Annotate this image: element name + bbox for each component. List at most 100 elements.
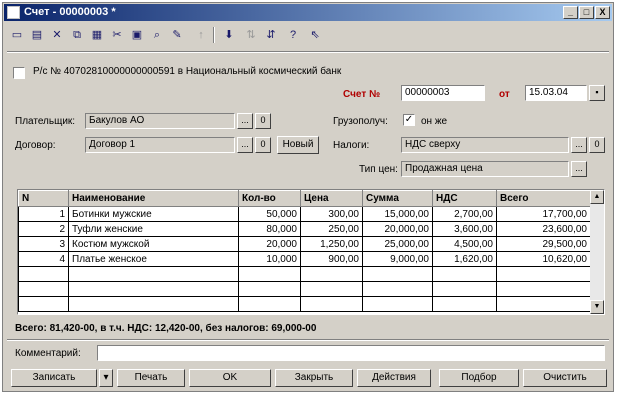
cell-vat[interactable]: 3,600,00 (432, 221, 497, 237)
cell-sum[interactable]: 20,000,00 (362, 221, 433, 237)
price-type-field[interactable]: Продажная цена (401, 161, 569, 177)
cell-total[interactable]: 29,500,00 (496, 236, 591, 252)
table-row-empty[interactable] (18, 296, 591, 312)
cell-price[interactable]: 250,00 (300, 221, 363, 237)
items-table[interactable]: N Наименование Кол-во Цена Сумма НДС Все… (17, 189, 605, 315)
taxes-field[interactable]: НДС сверху (401, 137, 569, 153)
cell-n[interactable]: 4 (18, 251, 69, 267)
save-dropdown-button[interactable]: ▾ (99, 369, 113, 387)
paste-icon[interactable]: ▣ (129, 27, 145, 43)
payer-select-button[interactable]: ... (237, 113, 253, 129)
contract-label: Договор: (15, 140, 56, 151)
cell-quantity[interactable]: 10,000 (238, 251, 301, 267)
cell-price[interactable]: 1,250,00 (300, 236, 363, 252)
cell-quantity[interactable]: 50,000 (238, 206, 301, 222)
select-button[interactable]: Подбор (439, 369, 519, 387)
invoice-window: Счет - 00000003 * _ □ X ▭ ▤ ✕ ⧉ ▦ ✂ ▣ ⌕ … (2, 2, 614, 392)
calendar-button[interactable]: ▪ (589, 85, 605, 101)
up-icon[interactable]: ↑ (193, 27, 209, 43)
cell-n[interactable]: 1 (18, 206, 69, 222)
ok-button[interactable]: OK (189, 369, 271, 387)
new-contract-button[interactable]: Новый (277, 136, 319, 154)
scroll-up-icon[interactable]: ▲ (590, 190, 604, 204)
clear-button[interactable]: Очистить (523, 369, 607, 387)
cell-vat[interactable]: 4,500,00 (432, 236, 497, 252)
new-doc-icon[interactable]: ▭ (9, 27, 25, 43)
taxes-code-button[interactable]: 0 (589, 137, 605, 153)
cell-total[interactable]: 10,620,00 (496, 251, 591, 267)
comment-label: Комментарий: (15, 348, 81, 359)
cell-total[interactable]: 23,600,00 (496, 221, 591, 237)
table-row[interactable]: 4 Платье женское 10,000 900,00 9,000,00 … (18, 251, 591, 267)
cell-name[interactable]: Ботинки мужские (68, 206, 239, 222)
column-header-price[interactable]: Цена (300, 190, 363, 207)
edit-icon[interactable]: ✎ (169, 27, 185, 43)
column-header-name[interactable]: Наименование (68, 190, 239, 207)
cell-sum[interactable]: 9,000,00 (362, 251, 433, 267)
help-icon[interactable]: ? (285, 27, 301, 43)
cell-quantity[interactable]: 80,000 (238, 221, 301, 237)
cell-n[interactable]: 2 (18, 221, 69, 237)
toolbar-separator (213, 27, 215, 43)
column-header-quantity[interactable]: Кол-во (238, 190, 301, 207)
invoice-number-label: Счет № (343, 89, 381, 100)
table-row[interactable]: 3 Костюм мужской 20,000 1,250,00 25,000,… (18, 236, 591, 252)
cell-total[interactable]: 17,700,00 (496, 206, 591, 222)
delete-icon[interactable]: ✕ (49, 27, 65, 43)
column-header-vat[interactable]: НДС (432, 190, 497, 207)
close-button[interactable]: Закрыть (275, 369, 353, 387)
price-type-select-button[interactable]: ... (571, 161, 587, 177)
scroll-down-icon[interactable]: ▼ (590, 300, 604, 314)
column-header-total[interactable]: Всего (496, 190, 591, 207)
minimize-button[interactable]: _ (563, 6, 578, 19)
print-icon[interactable]: ▦ (89, 27, 105, 43)
filter-icon[interactable]: ⇵ (263, 27, 279, 43)
toolbar: ▭ ▤ ✕ ⧉ ▦ ✂ ▣ ⌕ ✎ ↑ ⬇ ⇅ ⇵ ? ⇖ (9, 25, 609, 47)
cell-price[interactable]: 300,00 (300, 206, 363, 222)
invoice-date-field[interactable]: 15.03.04 (525, 85, 587, 101)
cell-name[interactable]: Платье женское (68, 251, 239, 267)
payer-field[interactable]: Бакулов АО (85, 113, 235, 129)
table-row[interactable]: 1 Ботинки мужские 50,000 300,00 15,000,0… (18, 206, 591, 222)
separator (7, 339, 609, 341)
table-row-empty[interactable] (18, 266, 591, 282)
contract-code-button[interactable]: 0 (255, 137, 271, 153)
actions-button[interactable]: Действия (357, 369, 431, 387)
consignee-label: Грузополуч: (333, 116, 388, 127)
maximize-button[interactable]: □ (579, 6, 594, 19)
cell-n[interactable]: 3 (18, 236, 69, 252)
print-button[interactable]: Печать (117, 369, 185, 387)
contract-select-button[interactable]: ... (237, 137, 253, 153)
copy-icon[interactable]: ⧉ (69, 27, 85, 43)
pointer-help-icon[interactable]: ⇖ (307, 27, 323, 43)
consignee-checkbox[interactable]: ✓ (403, 114, 415, 126)
payer-code-button[interactable]: 0 (255, 113, 271, 129)
column-header-sum[interactable]: Сумма (362, 190, 433, 207)
sort-icon[interactable]: ⇅ (243, 27, 259, 43)
cell-name[interactable]: Туфли женские (68, 221, 239, 237)
down-icon[interactable]: ⬇ (221, 27, 237, 43)
cell-quantity[interactable]: 20,000 (238, 236, 301, 252)
cut-icon[interactable]: ✂ (109, 27, 125, 43)
table-row-empty[interactable] (18, 281, 591, 297)
taxes-select-button[interactable]: ... (571, 137, 587, 153)
cell-name[interactable]: Костюм мужской (68, 236, 239, 252)
title-bar[interactable]: Счет - 00000003 * _ □ X (4, 4, 612, 21)
cell-sum[interactable]: 15,000,00 (362, 206, 433, 222)
cell-sum[interactable]: 25,000,00 (362, 236, 433, 252)
find-icon[interactable]: ⌕ (149, 27, 165, 43)
save-button[interactable]: Записать (11, 369, 97, 387)
cell-vat[interactable]: 1,620,00 (432, 251, 497, 267)
table-row[interactable]: 2 Туфли женские 80,000 250,00 20,000,00 … (18, 221, 591, 237)
contract-field[interactable]: Договор 1 (85, 137, 235, 153)
close-window-button[interactable]: X (595, 6, 610, 19)
invoice-number-field[interactable]: 00000003 (401, 85, 485, 101)
account-checkbox[interactable] (13, 67, 25, 79)
comment-field[interactable] (97, 345, 605, 361)
cell-price[interactable]: 900,00 (300, 251, 363, 267)
open-doc-icon[interactable]: ▤ (29, 27, 45, 43)
cell-vat[interactable]: 2,700,00 (432, 206, 497, 222)
column-header-n[interactable]: N (18, 190, 69, 207)
price-type-label: Тип цен: (359, 164, 398, 175)
table-scrollbar[interactable]: ▲ ▼ (590, 190, 604, 314)
